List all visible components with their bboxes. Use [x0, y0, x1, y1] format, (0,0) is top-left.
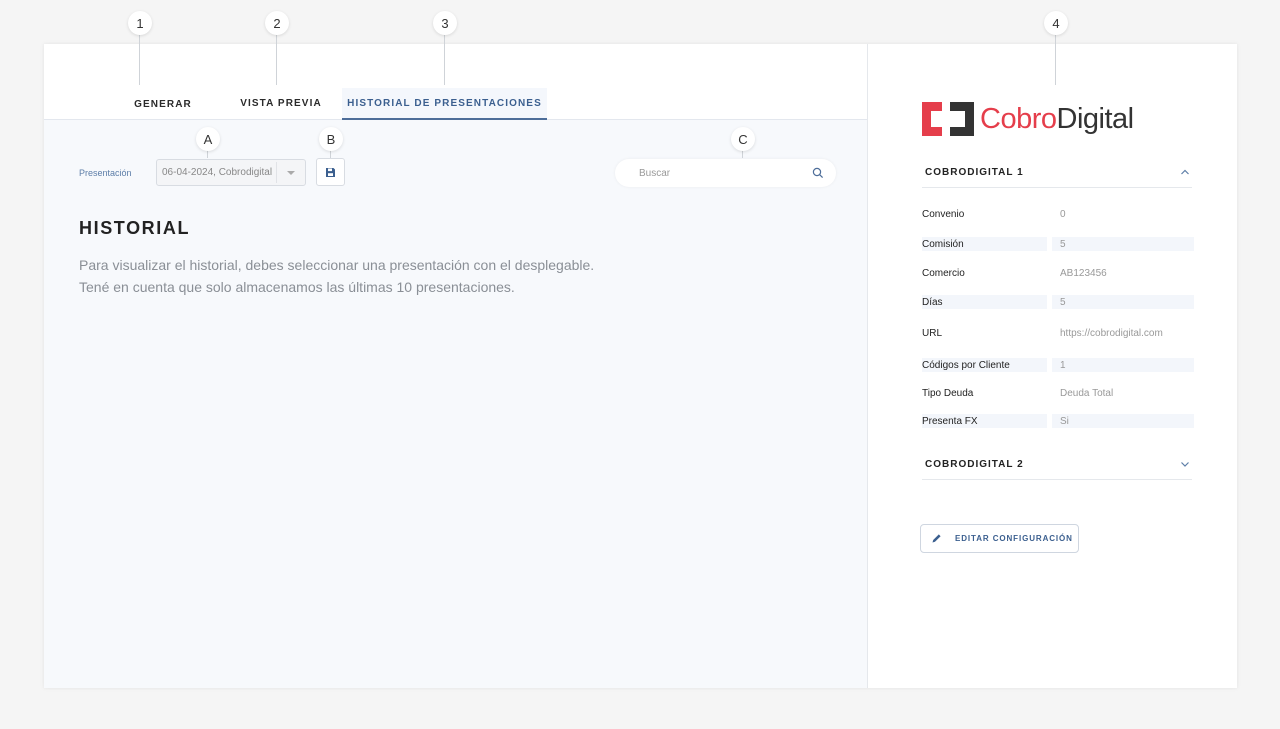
presentation-select-value: 06-04-2024, Cobrodigital: [162, 167, 273, 178]
config-key: Comercio: [922, 268, 965, 279]
tab-bar: GENERAR VISTA PREVIA HISTORIAL DE PRESEN…: [44, 44, 867, 120]
callout-b: B: [319, 127, 343, 151]
presentation-label: Presentación: [79, 168, 132, 178]
config-row-convenio: Convenio 0: [922, 207, 1194, 223]
content-area: Presentación 06-04-2024, Cobrodigital Bu…: [44, 120, 867, 688]
callout-4: 4: [1044, 11, 1068, 35]
config-row-comision: Comisión 5: [922, 237, 1194, 253]
config-row-url: URL https://cobrodigital.com: [922, 326, 1194, 342]
search-icon[interactable]: [812, 167, 824, 179]
presentation-select[interactable]: 06-04-2024, Cobrodigital: [156, 159, 306, 186]
config-key: Comisión: [922, 239, 964, 250]
page-title: HISTORIAL: [79, 218, 191, 238]
select-divider: [276, 162, 277, 183]
save-button[interactable]: [316, 158, 345, 186]
config-panel: CobroDigital COBRODIGITAL 1 Convenio 0 C…: [867, 44, 1237, 688]
config-value: Si: [1060, 416, 1069, 427]
floppy-disk-icon: [326, 167, 335, 177]
history-description: Para visualizar el historial, debes sele…: [79, 254, 594, 298]
search-input[interactable]: [639, 159, 799, 187]
cobrodigital-logo: CobroDigital: [922, 102, 1134, 136]
config-row-tipo-deuda: Tipo Deuda Deuda Total: [922, 386, 1194, 402]
callout-3: 3: [433, 11, 457, 35]
config-row-dias: Días 5: [922, 295, 1194, 311]
edit-configuration-label: EDITAR CONFIGURACIÓN: [955, 534, 1073, 543]
config-key: Códigos por Cliente: [922, 360, 1010, 371]
config-key: URL: [922, 328, 943, 339]
config-value: 5: [1060, 297, 1066, 308]
config-key: Tipo Deuda: [922, 388, 974, 399]
config-row-presenta-fx: Presenta FX Si: [922, 414, 1194, 430]
callout-c: C: [731, 127, 755, 151]
config-key: Días: [922, 297, 943, 308]
config-value: 0: [1060, 209, 1066, 220]
callout-2: 2: [265, 11, 289, 35]
config-key: Presenta FX: [922, 416, 978, 427]
config-value: AB123456: [1060, 268, 1107, 279]
search-box: [615, 159, 836, 187]
tab-historial-de-presentaciones[interactable]: HISTORIAL DE PRESENTACIONES: [342, 88, 547, 120]
config-value: 5: [1060, 239, 1066, 250]
accordion-cobrodigital-1[interactable]: COBRODIGITAL 1: [922, 158, 1192, 188]
config-key: Convenio: [922, 209, 965, 220]
app-window: GENERAR VISTA PREVIA HISTORIAL DE PRESEN…: [44, 44, 1237, 688]
config-row-codigos-por-cliente: Códigos por Cliente 1: [922, 358, 1194, 374]
chevron-down-icon: [287, 171, 295, 175]
logo-text-digital: Digital: [1056, 102, 1135, 135]
callout-a: A: [196, 127, 220, 151]
tab-vista-previa[interactable]: VISTA PREVIA: [228, 87, 334, 119]
accordion-title: COBRODIGITAL 2: [925, 459, 1024, 470]
tab-generar[interactable]: GENERAR: [104, 88, 222, 120]
logo-text: CobroDigital: [980, 103, 1134, 136]
accordion-cobrodigital-2[interactable]: COBRODIGITAL 2: [922, 450, 1192, 480]
config-value: 1: [1060, 360, 1066, 371]
description-line-2: Tené en cuenta que solo almacenamos las …: [79, 279, 515, 295]
callout-1: 1: [128, 11, 152, 35]
accordion-title: COBRODIGITAL 1: [925, 167, 1024, 178]
chevron-down-icon[interactable]: [1180, 460, 1190, 468]
edit-configuration-button[interactable]: EDITAR CONFIGURACIÓN: [920, 524, 1079, 553]
config-value: https://cobrodigital.com: [1060, 328, 1163, 339]
description-line-1: Para visualizar el historial, debes sele…: [79, 257, 595, 273]
config-row-comercio: Comercio AB123456: [922, 266, 1194, 282]
cobrodigital-logo-mark: [922, 102, 974, 136]
pencil-icon: [932, 534, 941, 543]
logo-text-cobro: Cobro: [980, 102, 1057, 135]
config-value: Deuda Total: [1060, 388, 1114, 399]
chevron-up-icon[interactable]: [1180, 168, 1190, 176]
